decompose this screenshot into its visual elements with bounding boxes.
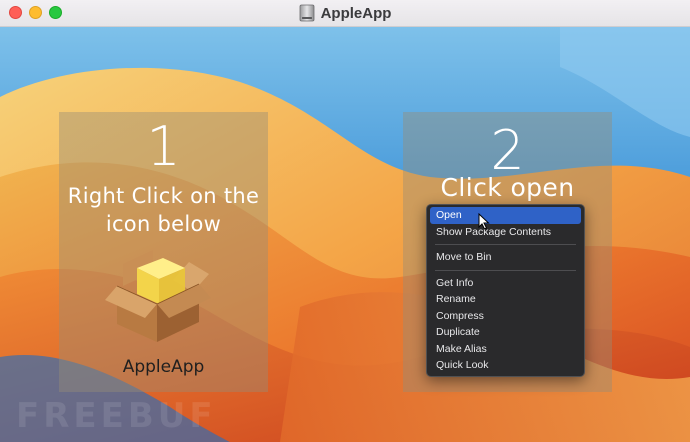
menu-item-get-info[interactable]: Get Info <box>430 275 581 292</box>
step-2-number: 2 <box>490 119 525 182</box>
mouse-pointer-icon <box>478 213 490 230</box>
menu-item-make-alias[interactable]: Make Alias <box>430 341 581 358</box>
menu-item-open[interactable]: Open <box>430 207 581 224</box>
menu-item-rename[interactable]: Rename <box>430 291 581 308</box>
menu-item-quick-look[interactable]: Quick Look <box>430 357 581 374</box>
step-1-instruction-line-2: icon below <box>105 212 222 236</box>
menu-item-move-to-bin[interactable]: Move to Bin <box>430 249 581 266</box>
watermark: FREEBUF <box>16 396 217 436</box>
window-title: AppleApp <box>320 4 392 22</box>
disk-icon <box>299 4 314 22</box>
app-label: AppleApp <box>122 357 205 377</box>
step-1-number: 1 <box>146 115 181 178</box>
title-bar[interactable]: AppleApp <box>0 0 690 27</box>
menu-separator <box>435 269 576 271</box>
menu-separator <box>435 244 576 245</box>
installer-window: AppleApp 1 Right Click on the icon below… <box>0 0 690 442</box>
step-1-instruction-line-1: Right Click on the <box>67 184 260 208</box>
menu-item-compress[interactable]: Compress <box>430 308 581 325</box>
step-1-panel: 1 Right Click on the icon below AppleApp <box>59 112 268 392</box>
menu-item-duplicate[interactable]: Duplicate <box>430 324 581 341</box>
context-menu: Open Show Package Contents Move to Bin G… <box>426 204 585 377</box>
step-2-instruction: Click open <box>440 173 575 202</box>
step-1-instruction: Right Click on the icon below <box>59 182 268 238</box>
package-box-icon[interactable] <box>101 242 216 344</box>
window-title-group: AppleApp <box>0 0 690 26</box>
menu-item-show-package-contents[interactable]: Show Package Contents <box>430 224 581 241</box>
